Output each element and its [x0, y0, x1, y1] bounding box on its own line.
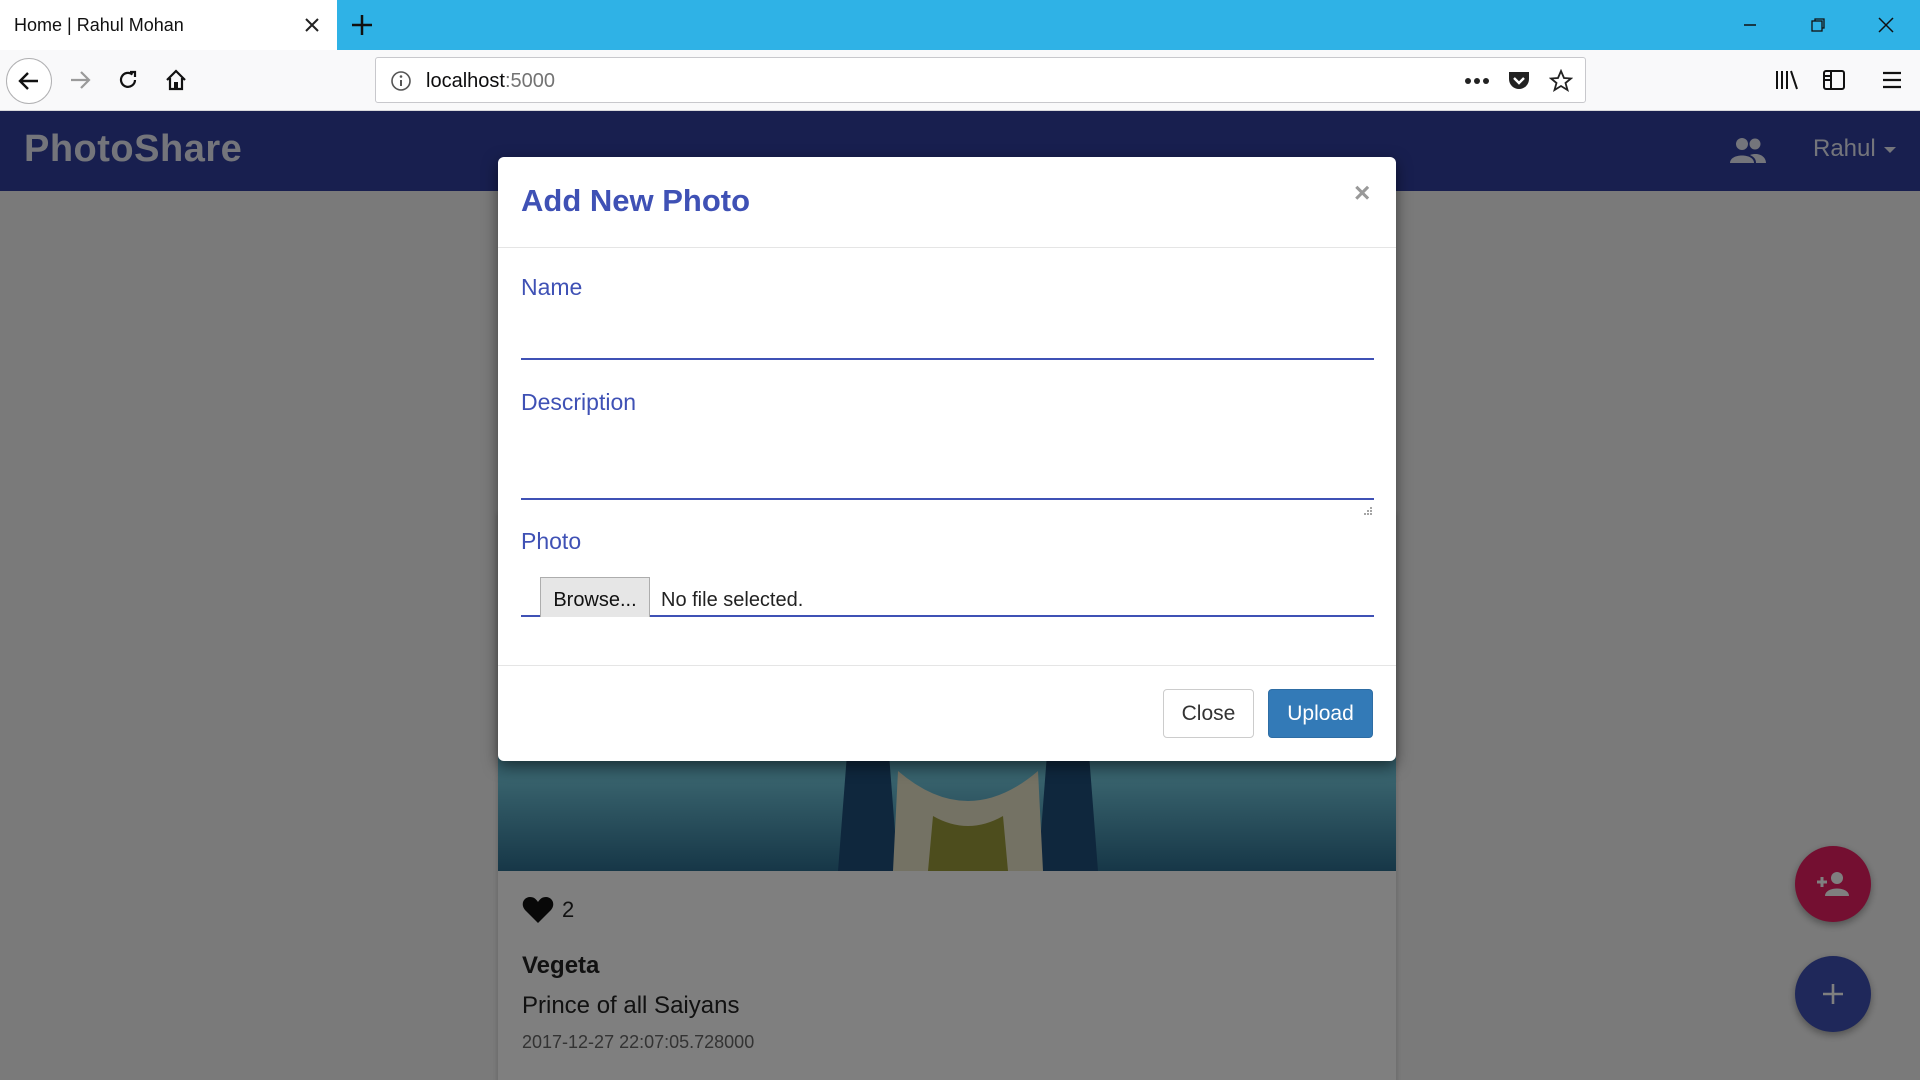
restore-window-icon[interactable] — [1784, 0, 1852, 50]
file-status-text: No file selected. — [661, 589, 804, 611]
modal-header: Add New Photo × — [498, 157, 1396, 248]
add-photo-modal: Add New Photo × Name Description Photo B… — [498, 157, 1396, 761]
modal-footer: Close Upload — [498, 665, 1396, 761]
page-actions-ellipsis-icon[interactable] — [1464, 68, 1490, 94]
close-window-icon[interactable] — [1852, 0, 1920, 50]
sidebar-toggle-icon[interactable] — [1816, 62, 1852, 98]
url-text: localhost:5000 — [426, 70, 555, 92]
browse-button[interactable]: Browse... — [540, 577, 650, 617]
close-button[interactable]: Close — [1163, 689, 1254, 738]
browser-tab-strip: Home | Rahul Mohan — [0, 0, 1920, 50]
photo-label: Photo — [521, 528, 582, 554]
app-viewport: PhotoShare Rahul 2 Vegeta Prince of all … — [0, 111, 1920, 1080]
modal-title: Add New Photo — [521, 183, 751, 218]
name-input[interactable] — [521, 322, 1374, 360]
hamburger-menu-icon[interactable] — [1874, 62, 1910, 98]
forward-arrow-icon[interactable] — [62, 62, 98, 98]
pocket-icon[interactable] — [1506, 68, 1532, 94]
back-arrow-icon[interactable] — [6, 58, 52, 104]
upload-button[interactable]: Upload — [1268, 689, 1373, 738]
name-label: Name — [521, 274, 583, 300]
tab-title: Home | Rahul Mohan — [14, 15, 184, 35]
browser-tab[interactable]: Home | Rahul Mohan — [0, 0, 337, 50]
minimize-window-icon[interactable] — [1716, 0, 1784, 50]
library-icon[interactable] — [1769, 62, 1805, 98]
description-textarea[interactable] — [521, 429, 1374, 500]
bookmark-star-icon[interactable] — [1548, 68, 1574, 94]
description-label: Description — [521, 389, 637, 415]
textarea-resize-grip-icon[interactable] — [1363, 506, 1373, 516]
modal-close-icon[interactable]: × — [1354, 177, 1370, 209]
site-info-icon[interactable] — [390, 70, 412, 92]
reload-icon[interactable] — [110, 62, 146, 98]
browser-toolbar: localhost:5000 — [0, 50, 1920, 111]
tab-close-icon[interactable] — [300, 13, 324, 37]
home-icon[interactable] — [158, 62, 194, 98]
new-tab-plus-icon[interactable] — [348, 11, 376, 39]
address-bar[interactable]: localhost:5000 — [375, 57, 1586, 103]
